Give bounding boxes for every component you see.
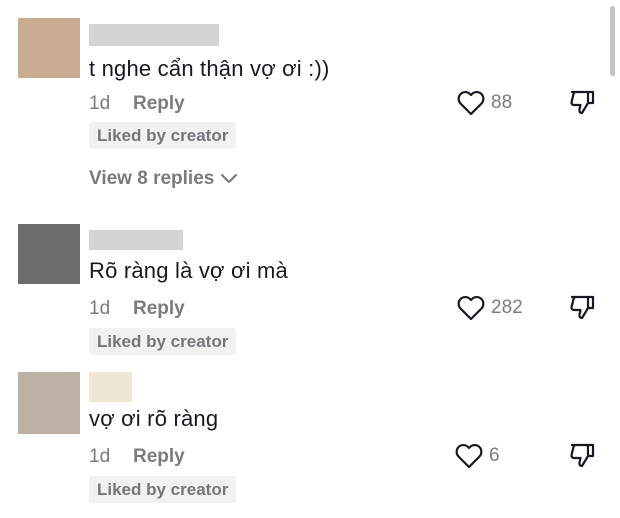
reply-button[interactable]: Reply — [133, 446, 185, 468]
like-count: 282 — [491, 297, 523, 318]
liked-by-creator-badge: Liked by creator — [89, 122, 237, 149]
like-count: 6 — [489, 445, 500, 466]
thumbs-down-icon[interactable] — [568, 293, 596, 321]
avatar[interactable] — [18, 224, 80, 284]
comment-time: 1d — [89, 446, 111, 467]
like-button[interactable]: 6 — [455, 443, 500, 469]
reply-button[interactable]: Reply — [133, 298, 185, 320]
liked-by-creator-badge: Liked by creator — [89, 476, 237, 503]
username-redacted[interactable] — [89, 230, 183, 250]
heart-icon — [457, 295, 485, 321]
comment-text: vợ ơi rõ ràng — [89, 406, 219, 431]
like-button[interactable]: 282 — [457, 295, 523, 321]
avatar[interactable] — [18, 18, 80, 78]
reply-button[interactable]: Reply — [133, 93, 185, 115]
avatar[interactable] — [18, 372, 80, 434]
username-redacted[interactable] — [89, 372, 132, 402]
heart-icon — [455, 443, 483, 469]
view-replies-button[interactable]: View 8 replies — [89, 168, 238, 190]
liked-by-creator-badge: Liked by creator — [89, 328, 237, 355]
comment-text: t nghe cẩn thận vợ ơi :)) — [89, 56, 330, 81]
comment-text: Rõ ràng là vợ ơi mà — [89, 258, 288, 283]
thumbs-down-icon[interactable] — [568, 88, 596, 116]
comment-time: 1d — [89, 298, 111, 319]
comment-time: 1d — [89, 93, 111, 114]
scrollbar[interactable] — [610, 6, 615, 76]
username-redacted[interactable] — [89, 24, 219, 46]
like-button[interactable]: 88 — [457, 90, 512, 116]
chevron-down-icon — [221, 173, 238, 184]
thumbs-down-icon[interactable] — [568, 441, 596, 469]
view-replies-label: View 8 replies — [89, 168, 215, 189]
heart-icon — [457, 90, 485, 116]
like-count: 88 — [491, 92, 513, 113]
